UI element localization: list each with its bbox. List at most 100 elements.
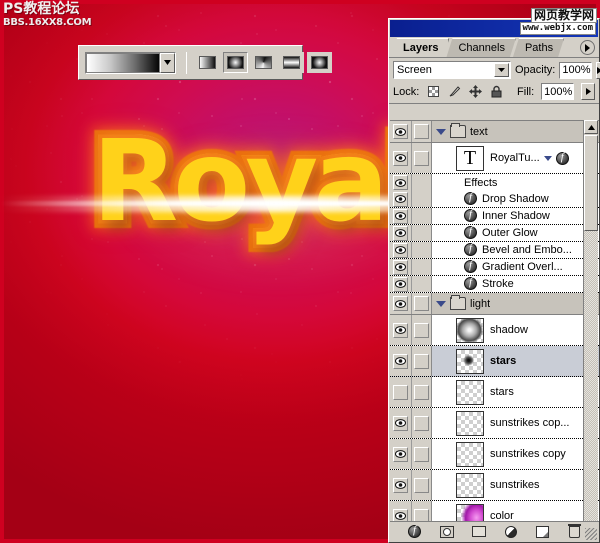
visibility-toggle[interactable] [390, 470, 412, 500]
link-icon[interactable] [414, 384, 429, 400]
expand-triangle-icon[interactable] [436, 300, 446, 307]
layer-thumbnail[interactable] [456, 410, 484, 436]
tab-paths[interactable]: Paths [513, 38, 564, 57]
layer-row-group-light[interactable]: light [390, 293, 599, 315]
visibility-toggle[interactable] [390, 346, 412, 376]
visibility-toggle[interactable] [390, 377, 412, 407]
layer-thumbnail[interactable] [456, 379, 484, 405]
linear-gradient-button[interactable] [195, 52, 220, 73]
layer-row-fx-stroke[interactable]: Stroke [390, 276, 599, 293]
layer-row-sunstrikes-cop[interactable]: sunstrikes cop... [390, 408, 599, 439]
expand-effects-triangle-icon[interactable] [543, 155, 552, 161]
eye-icon[interactable] [393, 225, 408, 241]
move-lock-icon[interactable] [468, 85, 482, 99]
layer-mask-button[interactable] [439, 524, 455, 539]
visibility-toggle[interactable] [390, 121, 412, 142]
lock-row[interactable]: Lock: Fill: 100% [389, 81, 599, 104]
eye-icon[interactable] [393, 384, 408, 400]
brush-lock-icon[interactable] [447, 85, 461, 99]
eye-icon[interactable] [393, 276, 408, 292]
eye-icon[interactable] [393, 208, 408, 224]
palette-menu-icon[interactable] [580, 40, 595, 55]
palette-resize-grip[interactable] [585, 528, 597, 540]
link-toggle[interactable] [412, 143, 432, 173]
tab-channels[interactable]: Channels [446, 38, 515, 57]
layer-row-fx-drop-shadow[interactable]: Drop Shadow [390, 191, 599, 208]
link-icon[interactable] [414, 150, 429, 166]
link-toggle[interactable] [412, 121, 432, 142]
adjustment-layer-button[interactable] [503, 524, 519, 539]
opacity-slider-button[interactable] [595, 61, 600, 79]
layer-row-fx-outer-glow[interactable]: Outer Glow [390, 225, 599, 242]
visibility-toggle[interactable] [390, 408, 412, 438]
link-toggle[interactable] [412, 439, 432, 469]
gradient-type-group[interactable] [195, 52, 332, 73]
radial-gradient-button[interactable] [223, 52, 248, 73]
layer-thumbnail-type[interactable]: T [456, 145, 484, 171]
eye-icon[interactable] [393, 353, 408, 369]
eye-icon[interactable] [393, 322, 408, 338]
eye-icon[interactable] [393, 259, 408, 275]
eye-icon[interactable] [393, 296, 408, 311]
tab-layers[interactable]: Layers [391, 38, 449, 57]
layer-thumbnail[interactable] [456, 317, 484, 343]
visibility-toggle[interactable] [390, 208, 412, 224]
palette-title-bar[interactable]: 网页教学网 www.webjx.com [390, 8, 598, 37]
layer-row-group-text[interactable]: text [390, 121, 599, 143]
delete-layer-button[interactable] [567, 523, 583, 539]
gradient-preset-picker[interactable] [85, 51, 176, 74]
link-icon[interactable] [414, 446, 429, 462]
fx-icon[interactable] [555, 151, 569, 165]
layers-palette[interactable]: 网页教学网 www.webjx.com Layers Channels Path… [388, 8, 600, 543]
visibility-toggle[interactable] [390, 276, 412, 292]
link-icon[interactable] [414, 477, 429, 493]
layer-row-sunstrikes[interactable]: sunstrikes [390, 470, 599, 501]
layer-list[interactable]: text T RoyalTu... f Effects f Drop Shado… [390, 120, 599, 541]
visibility-toggle[interactable] [390, 174, 412, 191]
link-toggle[interactable] [412, 470, 432, 500]
all-lock-icon[interactable] [489, 85, 503, 99]
angle-gradient-button[interactable] [251, 52, 276, 73]
link-toggle[interactable] [412, 377, 432, 407]
palette-bottom-bar[interactable] [390, 521, 599, 541]
fill-slider-button[interactable] [581, 83, 595, 100]
gradient-options-bar[interactable] [78, 45, 332, 80]
eye-icon[interactable] [393, 124, 408, 139]
eye-icon[interactable] [393, 175, 408, 190]
link-toggle[interactable] [412, 293, 432, 314]
scroll-up-button[interactable] [584, 120, 598, 134]
transparency-lock-icon[interactable] [426, 85, 440, 99]
layer-thumbnail[interactable] [456, 472, 484, 498]
blend-mode-select[interactable]: Screen [393, 61, 511, 79]
expand-triangle-icon[interactable] [436, 128, 446, 135]
link-icon[interactable] [414, 124, 429, 139]
visibility-toggle[interactable] [390, 191, 412, 207]
gradient-preview-swatch[interactable] [86, 52, 160, 73]
chevron-down-icon[interactable] [160, 52, 175, 73]
link-icon[interactable] [414, 296, 429, 311]
visibility-toggle[interactable] [390, 439, 412, 469]
link-icon[interactable] [414, 322, 429, 338]
visibility-toggle[interactable] [390, 143, 412, 173]
visibility-toggle[interactable] [390, 315, 412, 345]
link-icon[interactable] [414, 415, 429, 431]
layer-thumbnail[interactable] [456, 348, 484, 374]
visibility-toggle[interactable] [390, 293, 412, 314]
visibility-toggle[interactable] [390, 259, 412, 275]
link-toggle[interactable] [412, 346, 432, 376]
palette-tab-strip[interactable]: Layers Channels Paths [389, 38, 599, 58]
diamond-gradient-button[interactable] [307, 52, 332, 73]
layer-row-effects-header[interactable]: Effects [390, 174, 599, 191]
layer-row-stars-hidden[interactable]: stars [390, 377, 599, 408]
visibility-toggle[interactable] [390, 242, 412, 258]
layer-row-shadow[interactable]: shadow [390, 315, 599, 346]
layer-row-sunstrikes-copy[interactable]: sunstrikes copy [390, 439, 599, 470]
blend-mode-row[interactable]: Screen Opacity: 100% [389, 58, 600, 81]
link-icon[interactable] [414, 353, 429, 369]
layer-row-stars-selected[interactable]: stars [390, 346, 599, 377]
reflected-gradient-button[interactable] [279, 52, 304, 73]
eye-icon[interactable] [393, 477, 408, 493]
layer-style-button[interactable] [407, 524, 423, 539]
layer-row-fx-inner-shadow[interactable]: Inner Shadow [390, 208, 599, 225]
eye-icon[interactable] [393, 191, 408, 207]
